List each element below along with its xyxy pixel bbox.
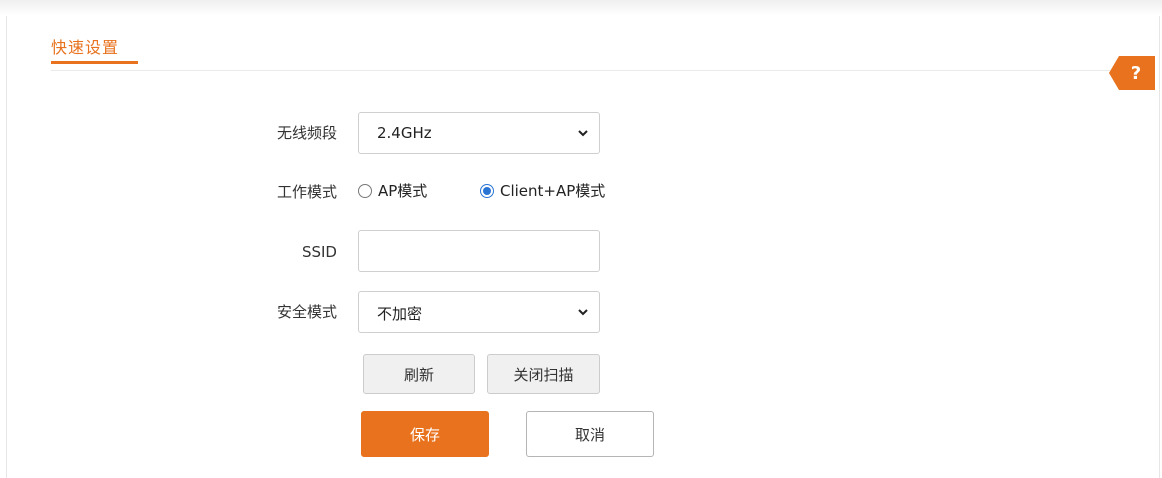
security-select[interactable]: 不加密 [358,291,600,333]
mode-label: 工作模式 [276,183,337,201]
top-shadow [0,0,1162,16]
band-select[interactable]: 2.4GHz [358,112,600,154]
radio-circle-checked [480,183,494,198]
radio-client-ap-mode[interactable]: Client+AP模式 [480,180,605,201]
radio-ap-mode[interactable]: AP模式 [358,180,427,201]
save-button[interactable]: 保存 [361,411,489,457]
security-label: 安全模式 [276,303,337,321]
radio-ap-mode-label: AP模式 [378,182,428,200]
chevron-down-icon [578,309,588,316]
chevron-down-icon [578,130,588,137]
band-label: 无线频段 [276,124,337,142]
security-select-value: 不加密 [377,305,423,323]
close-scan-button[interactable]: 关闭扫描 [487,354,600,394]
app-frame: 快速设置 ? 无线频段 2.4GHz 工作模式 AP模式 Client+AP模式… [0,0,1162,478]
band-select-value: 2.4GHz [377,124,432,142]
cancel-button[interactable]: 取消 [526,411,654,457]
tab-divider [51,70,1151,71]
radio-client-ap-mode-label: Client+AP模式 [500,182,606,200]
refresh-button[interactable]: 刷新 [363,354,475,394]
tab-quick-setup[interactable]: 快速设置 [51,36,119,60]
ssid-input[interactable] [358,230,600,272]
help-icon: ? [1130,62,1142,84]
radio-circle [358,183,372,198]
ssid-label: SSID [301,243,337,261]
active-tab-indicator [51,61,138,64]
